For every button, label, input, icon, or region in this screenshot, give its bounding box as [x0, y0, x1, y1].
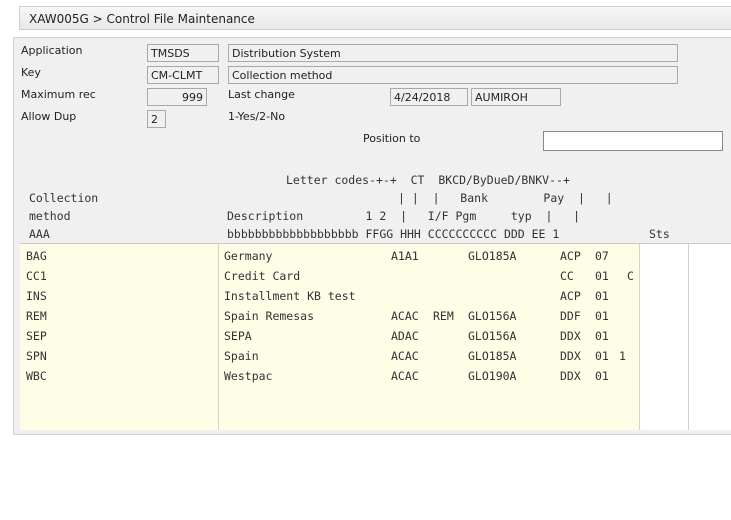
- cell-description: Spain Remesas: [224, 309, 315, 323]
- window-title-bar: XAW005G > Control File Maintenance: [19, 6, 731, 30]
- key-description-field: Collection method: [228, 66, 678, 84]
- cell-letter-codes: ACAC: [391, 309, 419, 323]
- cell-pay-type: DDX: [560, 329, 581, 343]
- cell-method: INS: [26, 289, 47, 303]
- key-label: Key: [21, 66, 41, 79]
- cell-pay-type: CC: [560, 269, 574, 283]
- header-line-2: | | | Bank Pay | |: [398, 191, 613, 205]
- table-row[interactable]: SEP SEPA ADAC GLO156A DDX 01: [20, 326, 720, 346]
- header-line-4: bbbbbbbbbbbbbbbbbbb FFGG HHH CCCCCCCCCC …: [227, 227, 560, 241]
- header-collection: Collection: [29, 191, 99, 205]
- cell-method: SPN: [26, 349, 47, 363]
- cell-method: CC1: [26, 269, 47, 283]
- cell-ct: REM: [433, 309, 454, 323]
- cell-letter-codes: ADAC: [391, 329, 419, 343]
- cell-ee: 07: [595, 249, 609, 263]
- cell-ee: 01: [595, 309, 609, 323]
- cell-description: SEPA: [224, 329, 252, 343]
- cell-description: Germany: [224, 249, 273, 263]
- allow-dup-field[interactable]: 2: [147, 110, 166, 128]
- cell-method: BAG: [26, 249, 47, 263]
- header-method: method: [29, 209, 71, 223]
- cell-letter-codes: ACAC: [391, 369, 419, 383]
- cell-letter-codes: ACAC: [391, 349, 419, 363]
- application-code-field: TMSDS: [147, 44, 219, 62]
- cell-description: Spain: [224, 349, 259, 363]
- cell-pay-type: DDX: [560, 369, 581, 383]
- cell-description: Westpac: [224, 369, 273, 383]
- position-to-label: Position to: [363, 132, 421, 145]
- header-aaa: AAA: [29, 227, 50, 241]
- last-change-date-field: 4/24/2018: [390, 88, 468, 106]
- cell-description: Installment KB test: [224, 289, 356, 303]
- header-line-1: Letter codes-+-+ CT BKCD/ByDueD/BNKV--+: [286, 173, 570, 187]
- table-row[interactable]: REM Spain Remesas ACAC REM GLO156A DDF 0…: [20, 306, 720, 326]
- header-sts: Sts: [649, 227, 670, 241]
- cell-pay-type: ACP: [560, 289, 581, 303]
- maximum-rec-field: 999: [147, 88, 207, 106]
- cell-pay-type: DDF: [560, 309, 581, 323]
- allow-dup-hint: 1-Yes/2-No: [228, 110, 286, 123]
- window-title: XAW005G > Control File Maintenance: [29, 12, 255, 26]
- cell-ee: 01: [595, 349, 609, 363]
- cell-pay-type: DDX: [560, 349, 581, 363]
- table-row[interactable]: INS Installment KB test ACP 01: [20, 286, 720, 306]
- header-line-3: Description 1 2 | I/F Pgm typ | |: [227, 209, 581, 223]
- cell-method: SEP: [26, 329, 47, 343]
- cell-bank: GLO190A: [468, 369, 517, 383]
- allow-dup-label: Allow Dup: [21, 110, 77, 123]
- cell-letter-codes: A1A1: [391, 249, 419, 263]
- last-change-label: Last change: [228, 88, 295, 101]
- cell-flag-1: 1: [619, 349, 626, 363]
- table-row[interactable]: BAG Germany A1A1 GLO185A ACP 07: [20, 246, 720, 266]
- cell-bank: GLO156A: [468, 309, 517, 323]
- cell-flag-2: C: [627, 269, 634, 283]
- last-change-user-field: AUMIROH: [471, 88, 561, 106]
- cell-bank: GLO156A: [468, 329, 517, 343]
- cell-ee: 01: [595, 329, 609, 343]
- collection-method-grid: BAG Germany A1A1 GLO185A ACP 07 CC1 Cred…: [20, 243, 731, 430]
- cell-method: WBC: [26, 369, 47, 383]
- table-row[interactable]: SPN Spain ACAC GLO185A DDX 01 1: [20, 346, 720, 366]
- application-description-field: Distribution System: [228, 44, 678, 62]
- maximum-rec-label: Maximum rec: [21, 88, 96, 101]
- cell-bank: GLO185A: [468, 349, 517, 363]
- cell-method: REM: [26, 309, 47, 323]
- cell-ee: 01: [595, 369, 609, 383]
- table-row[interactable]: WBC Westpac ACAC GLO190A DDX 01: [20, 366, 720, 386]
- cell-ee: 01: [595, 269, 609, 283]
- key-code-field: CM-CLMT: [147, 66, 219, 84]
- cell-pay-type: ACP: [560, 249, 581, 263]
- cell-ee: 01: [595, 289, 609, 303]
- position-to-input[interactable]: [543, 131, 723, 151]
- cell-bank: GLO185A: [468, 249, 517, 263]
- cell-description: Credit Card: [224, 269, 301, 283]
- table-row[interactable]: CC1 Credit Card CC 01 C: [20, 266, 720, 286]
- application-label: Application: [21, 44, 83, 57]
